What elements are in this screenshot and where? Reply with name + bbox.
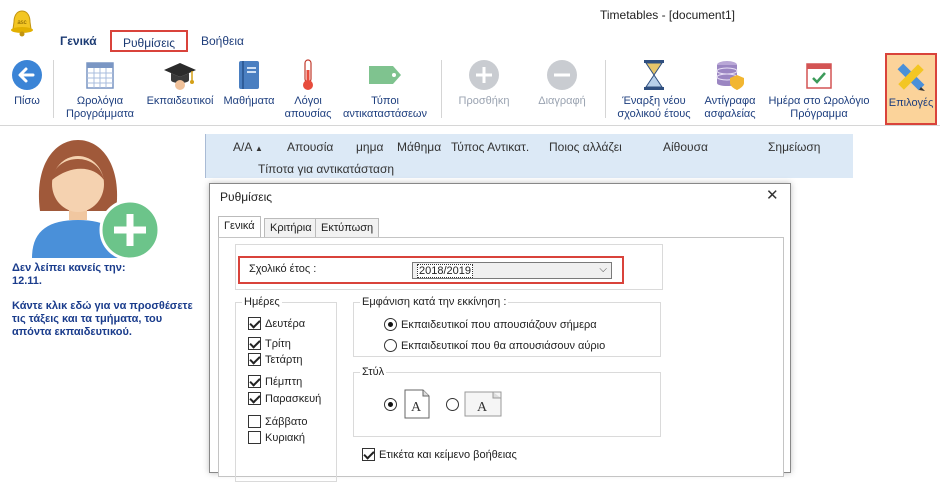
- checkbox-checked[interactable]: [248, 375, 261, 388]
- school-year-select[interactable]: 2018/2019 ⌵: [412, 262, 612, 279]
- radio-unselected[interactable]: [384, 339, 397, 352]
- calendar-check-icon: [806, 63, 832, 89]
- minus-circle-icon: [547, 60, 577, 90]
- column-header-section[interactable]: μημα: [356, 140, 383, 154]
- style-group: Στύλ A A: [353, 366, 661, 437]
- day-in-timetable-button[interactable]: Ημέρα στο Ωρολόγιο Πρόγραμμα: [763, 58, 875, 124]
- radio-selected[interactable]: [384, 318, 397, 331]
- svg-text:A: A: [477, 400, 488, 415]
- school-year-row: Σχολικό έτος : 2018/2019 ⌵: [238, 256, 624, 284]
- database-shield-icon: [716, 61, 744, 90]
- menu-general[interactable]: Γενικά: [60, 34, 97, 48]
- column-header-aa[interactable]: Α/Α ▲: [233, 140, 263, 154]
- teachers-button[interactable]: Εκπαιδευτικοί: [141, 58, 219, 124]
- svg-text:asc: asc: [17, 20, 26, 26]
- column-header-course[interactable]: Μάθημα: [397, 140, 441, 154]
- backup-button[interactable]: Αντίγραφα ασφαλείας: [697, 58, 763, 124]
- absent-teacher-panel[interactable]: Δεν λείπει κανείς την: 12.11. Κάντε κλικ…: [0, 126, 205, 465]
- sort-ascending-icon: ▲: [255, 144, 263, 153]
- instructions-link[interactable]: Κάντε κλικ εδώ για να προσθέσετε τις τάξ…: [12, 300, 197, 339]
- startup-radio-today[interactable]: Εκπαιδευτικοί που απουσιάζουν σήμερα: [384, 318, 597, 331]
- close-icon[interactable]: ✕: [766, 186, 779, 204]
- day-checkbox-saturday[interactable]: Σάββατο: [248, 415, 307, 428]
- delete-button[interactable]: Διαγραφή: [527, 58, 597, 124]
- checkbox-checked[interactable]: [248, 392, 261, 405]
- column-header-note[interactable]: Σημείωση: [768, 140, 820, 154]
- day-checkbox-monday[interactable]: Δευτέρα: [248, 317, 305, 330]
- radio-selected[interactable]: [384, 397, 397, 411]
- ribbon-toolbar: Πίσω Ωρολόγια Προγράμματα Εκπαιδευτικοί: [0, 52, 940, 126]
- new-school-year-button[interactable]: Έναρξη νέου σχολικού έτους: [611, 58, 697, 124]
- graduation-cap-icon: [164, 63, 196, 90]
- hourglass-icon: [644, 60, 664, 90]
- courses-button[interactable]: Μαθήματα: [219, 58, 279, 124]
- help-text-checkbox[interactable]: Ετικέτα και κείμενο βοήθειας: [362, 448, 517, 461]
- tag-icon: [369, 66, 401, 84]
- day-checkbox-friday[interactable]: Παρασκευή: [248, 392, 321, 405]
- back-button[interactable]: Πίσω: [4, 58, 50, 124]
- checkbox-checked[interactable]: [248, 317, 261, 330]
- teacher-avatar-add-icon[interactable]: [28, 136, 163, 261]
- substitutions-grid: Α/Α ▲ Απουσία μημα Μάθημα Τύπος Αντικατ.…: [205, 134, 853, 178]
- book-icon: [239, 61, 259, 89]
- ribbon-separator: [605, 60, 606, 118]
- checkbox-checked[interactable]: [248, 337, 261, 350]
- startup-group: Εμφάνιση κατά την εκκίνηση : Εκπαιδευτικ…: [353, 296, 661, 357]
- column-header-absence[interactable]: Απουσία: [287, 140, 333, 154]
- tab-criteria[interactable]: Κριτήρια: [264, 218, 318, 237]
- menu-help[interactable]: Βοήθεια: [201, 34, 244, 48]
- svg-text:A: A: [411, 400, 422, 415]
- absence-reasons-button[interactable]: Λόγοι απουσίας: [279, 58, 337, 124]
- no-absence-info: Δεν λείπει κανείς την: 12.11.: [12, 262, 126, 287]
- style-preview-icon: A: [404, 389, 430, 419]
- checkbox-checked[interactable]: [248, 353, 261, 366]
- back-arrow-icon: [12, 60, 42, 90]
- timetables-button[interactable]: Ωρολόγια Προγράμματα: [60, 58, 140, 124]
- thermometer-icon: [303, 59, 313, 90]
- settings-dialog: Ρυθμίσεις ✕ Γενικά Κριτήρια Εκτύπωση Σχο…: [209, 183, 791, 482]
- title-bar: asc Timetables - [document1]: [0, 0, 940, 37]
- column-header-sub-type[interactable]: Τύπος Αντικατ.: [451, 140, 529, 154]
- tab-printing[interactable]: Εκτύπωση: [315, 218, 380, 237]
- style-option-1[interactable]: A: [384, 388, 433, 420]
- general-tab-panel: Σχολικό έτος : 2018/2019 ⌵ Ημέρες Δευτέρ…: [218, 237, 784, 482]
- day-checkbox-tuesday[interactable]: Τρίτη: [248, 337, 291, 350]
- pencil-ruler-icon: [897, 63, 925, 91]
- day-checkbox-sunday[interactable]: Κυριακή: [248, 431, 305, 444]
- menu-settings[interactable]: Ρυθμίσεις: [110, 30, 188, 52]
- column-header-who-changes[interactable]: Ποιος αλλάζει: [549, 140, 622, 154]
- empty-grid-message: Τίποτα για αντικατάσταση: [258, 162, 395, 176]
- day-checkbox-wednesday[interactable]: Τετάρτη: [248, 353, 303, 366]
- checkbox-unchecked[interactable]: [248, 415, 261, 428]
- menu-bar: Γενικά Ρυθμίσεις Βοήθεια: [0, 30, 940, 52]
- chevron-down-icon: ⌵: [599, 264, 607, 275]
- startup-radio-tomorrow[interactable]: Εκπαιδευτικοί που θα απουσιάσουν αύριο: [384, 339, 605, 352]
- style-preview-alt-icon: A: [464, 391, 502, 417]
- plus-circle-icon: [469, 60, 499, 90]
- school-year-label: Σχολικό έτος :: [249, 263, 317, 275]
- radio-unselected[interactable]: [446, 397, 459, 411]
- window-title: Timetables - [document1]: [600, 8, 735, 22]
- tab-general[interactable]: Γενικά: [218, 216, 261, 237]
- day-checkbox-thursday[interactable]: Πέμπτη: [248, 375, 302, 388]
- ribbon-separator: [53, 60, 54, 118]
- checkbox-unchecked[interactable]: [248, 431, 261, 444]
- checkbox-checked[interactable]: [362, 448, 375, 461]
- column-header-room[interactable]: Αίθουσα: [663, 140, 708, 154]
- days-group: Ημέρες Δευτέρα Τρίτη Τετάρτη Πέμπτη Παρα…: [235, 296, 337, 482]
- substitution-types-button[interactable]: Τύποι αντικαταστάσεων: [337, 58, 433, 124]
- timetable-grid-icon: [86, 62, 114, 89]
- dialog-title: Ρυθμίσεις: [220, 190, 273, 204]
- add-button[interactable]: Προσθήκη: [449, 58, 519, 124]
- style-option-2[interactable]: A: [446, 388, 503, 420]
- ribbon-separator: [441, 60, 442, 118]
- options-button[interactable]: Επιλογές: [885, 53, 937, 125]
